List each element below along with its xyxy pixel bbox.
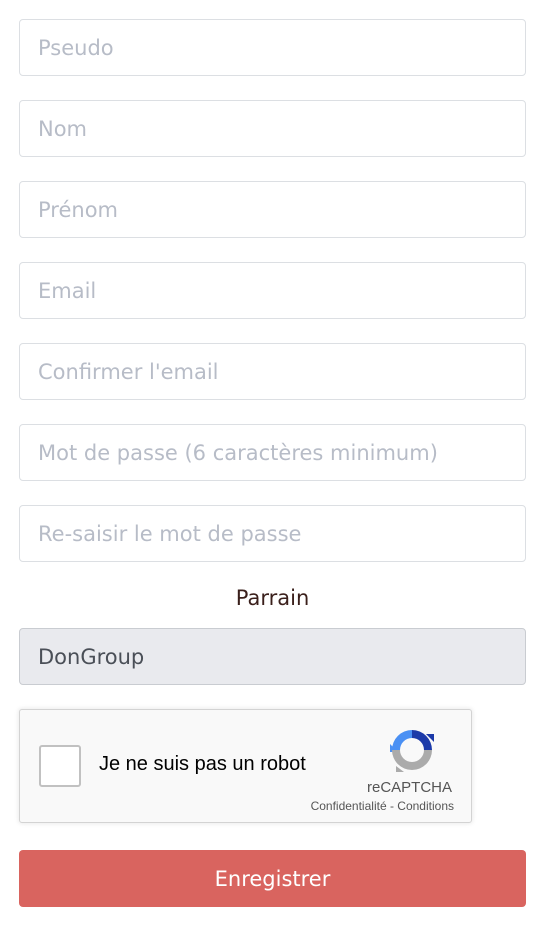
recaptcha-link-separator: - bbox=[386, 799, 398, 813]
recaptcha-logo-icon bbox=[390, 730, 434, 772]
recaptcha-widget: Je ne suis pas un robot reCAPTCHA Confid… bbox=[19, 709, 472, 823]
prenom-input[interactable] bbox=[19, 181, 526, 238]
recaptcha-brand: reCAPTCHA bbox=[366, 779, 452, 796]
nom-input[interactable] bbox=[19, 100, 526, 157]
pseudo-input[interactable] bbox=[19, 19, 526, 76]
recaptcha-links: Confidentialité - Conditions bbox=[311, 799, 454, 813]
confirm-email-input[interactable] bbox=[19, 343, 526, 400]
recaptcha-terms-link[interactable]: Conditions bbox=[397, 799, 454, 813]
recaptcha-privacy-link[interactable]: Confidentialité bbox=[311, 799, 387, 813]
registration-form: Parrain Je ne suis pas un robot reCAPTCH… bbox=[19, 19, 526, 907]
recaptcha-label: Je ne suis pas un robot bbox=[99, 753, 306, 775]
password-confirm-input[interactable] bbox=[19, 505, 526, 562]
parrain-input bbox=[19, 628, 526, 685]
recaptcha-checkbox[interactable] bbox=[39, 745, 81, 787]
email-input[interactable] bbox=[19, 262, 526, 319]
register-button[interactable]: Enregistrer bbox=[19, 850, 526, 907]
password-input[interactable] bbox=[19, 424, 526, 481]
parrain-label: Parrain bbox=[235, 586, 310, 610]
